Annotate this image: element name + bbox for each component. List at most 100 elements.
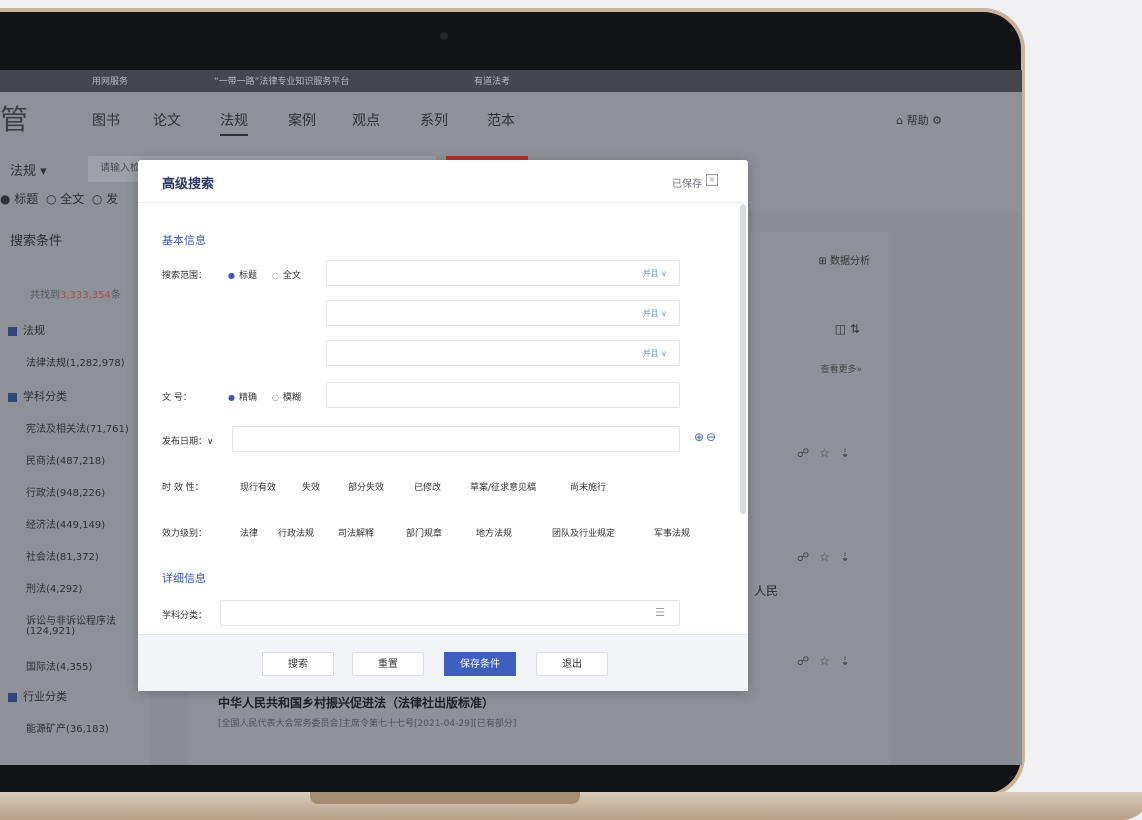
level-option[interactable]: 地方法规: [476, 526, 512, 539]
validity-option[interactable]: 失效: [302, 480, 320, 493]
level-option[interactable]: 军事法规: [654, 526, 690, 539]
data-analysis-button[interactable]: ⊞ 数据分析: [818, 252, 870, 267]
list-icon[interactable]: ☰: [655, 606, 665, 619]
nav-item-views[interactable]: 观点: [352, 110, 380, 130]
top-strip: 用网服务 “一带一路”法律专业知识服务平台 有道法考: [0, 70, 1022, 92]
bell-icon: ⌂: [896, 114, 904, 127]
view-more-link[interactable]: 查看更多»: [820, 362, 862, 375]
validity-option[interactable]: 尚未施行: [570, 480, 606, 493]
collapse-icon: [8, 392, 17, 402]
validity-option[interactable]: 现行有效: [240, 480, 276, 493]
subject-item[interactable]: 刑法(4,292): [26, 580, 82, 595]
subject-item[interactable]: 民商法(487,218): [26, 452, 105, 467]
nav-item-series[interactable]: 系列: [420, 110, 448, 130]
validity-option[interactable]: 草案/征求意见稿: [470, 480, 536, 493]
sidebar-heading: 搜索条件: [10, 234, 63, 249]
category-industry[interactable]: 行业分类: [8, 688, 67, 704]
search-scope-radios[interactable]: ● 标题 ○ 全文 ○ 发: [0, 190, 118, 207]
scope-label: 搜索范围：: [162, 271, 208, 281]
result-actions[interactable]: ☍☆⇣: [797, 654, 860, 668]
user-menu[interactable]: ⌂ 帮助 ⚙: [896, 112, 942, 128]
subject-label: 学科分类：: [162, 611, 208, 621]
modal-footer: 搜索 重置 保存条件 退出: [138, 634, 748, 691]
top-link-center[interactable]: “一带一路”法律专业知识服务平台: [214, 74, 349, 87]
level-option[interactable]: 部门规章: [406, 526, 442, 539]
main-nav: 管 图书 论文 法规 案例 观点 系列 范本 ⌂ 帮助 ⚙: [0, 92, 1022, 150]
logic-dropdown[interactable]: 并且 ∨: [643, 348, 667, 359]
category-laws[interactable]: 法规: [8, 322, 45, 338]
subject-item[interactable]: 社会法(81,372): [26, 548, 99, 563]
docno-radio-exact[interactable]: 精确: [228, 390, 257, 403]
docno-radio-fuzzy[interactable]: 模糊: [272, 390, 301, 403]
nav-item-templates[interactable]: 范本: [487, 110, 515, 130]
saved-link[interactable]: 已保存: [672, 175, 702, 190]
add-remove-icon[interactable]: ⊕⊖: [694, 430, 718, 444]
result-actions[interactable]: ☍☆⇣: [797, 446, 860, 460]
radio-fulltext[interactable]: ○ 全文: [46, 192, 84, 206]
category-subject[interactable]: 学科分类: [8, 388, 67, 404]
docno-input[interactable]: [326, 382, 680, 408]
section-detail-info: 详细信息: [162, 572, 206, 585]
advanced-search-modal: 高级搜索 已保存 × 基本信息 搜索范围： 标题 全文 并且 ∨ 并且 ∨ 并且…: [138, 160, 748, 691]
help-link[interactable]: 帮助: [907, 114, 929, 127]
scope-radio-title[interactable]: 标题: [228, 268, 257, 281]
collapse-icon: [8, 326, 17, 336]
close-icon[interactable]: ×: [706, 174, 718, 186]
level-option[interactable]: 法律: [240, 526, 258, 539]
logic-dropdown[interactable]: 并且 ∨: [643, 268, 667, 279]
subject-item[interactable]: 诉讼与非诉讼程序法: [26, 612, 116, 627]
modal-scrollbar[interactable]: [740, 204, 746, 514]
view-toggle-icons[interactable]: ◫ ⇅: [835, 322, 860, 336]
top-link-right[interactable]: 有道法考: [474, 74, 510, 87]
date-type-select[interactable]: 发布日期：∨: [162, 434, 214, 447]
radio-other[interactable]: ○ 发: [92, 192, 118, 206]
subject-item[interactable]: 行政法(948,226): [26, 484, 105, 499]
level-label: 效力级别：: [162, 529, 208, 539]
modal-title: 高级搜索: [162, 177, 215, 192]
nav-item-books[interactable]: 图书: [92, 110, 120, 130]
level-option[interactable]: 行政法规: [278, 526, 314, 539]
result-meta: [全国人民代表大会常务委员会]主席令第七十七号[2021-04-29][已有部分…: [218, 719, 517, 729]
logic-dropdown[interactable]: 并且 ∨: [643, 308, 667, 319]
subject-item[interactable]: 宪法及相关法(71,761): [26, 420, 129, 435]
date-range-input[interactable]: [232, 426, 680, 452]
nav-item-cases[interactable]: 案例: [288, 110, 316, 130]
result-title[interactable]: 中华人民共和国乡村振兴促进法（法律社出版标准）: [218, 694, 494, 711]
keyword-input-2[interactable]: 并且 ∨: [326, 300, 680, 326]
save-conditions-button[interactable]: 保存条件: [444, 652, 516, 676]
search-type-select[interactable]: 法规 ▾: [10, 160, 47, 179]
result-total: 共找到3,333,354条: [30, 290, 121, 301]
validity-option[interactable]: 已修改: [414, 480, 441, 493]
scope-radio-fulltext[interactable]: 全文: [272, 268, 301, 281]
exit-button[interactable]: 退出: [536, 652, 608, 676]
filter-sidebar: 搜索条件 共找到3,333,354条 法规 法律法规(1,282,978) 学科…: [0, 212, 150, 765]
nav-item-papers[interactable]: 论文: [153, 110, 181, 130]
validity-option[interactable]: 部分失效: [348, 480, 384, 493]
laptop-screen: 用网服务 “一带一路”法律专业知识服务平台 有道法考 管 图书 论文 法规 案例…: [0, 70, 1022, 765]
radio-title[interactable]: ● 标题: [0, 192, 38, 206]
laptop-notch: [310, 792, 580, 804]
keyword-input-1[interactable]: 并且 ∨: [326, 260, 680, 286]
reset-button[interactable]: 重置: [352, 652, 424, 676]
category-item[interactable]: 法律法规(1,282,978): [26, 354, 125, 369]
subject-item[interactable]: 国际法(4,355): [26, 658, 92, 673]
subject-input[interactable]: ☰: [220, 600, 680, 626]
docno-label: 文 号：: [162, 393, 192, 403]
modal-header: 高级搜索 已保存 ×: [138, 160, 748, 203]
logo: 管: [0, 103, 29, 136]
level-option[interactable]: 团队及行业规定: [552, 526, 615, 539]
keyword-input-3[interactable]: 并且 ∨: [326, 340, 680, 366]
result-actions[interactable]: ☍☆⇣: [797, 550, 860, 564]
collapse-icon: [8, 692, 17, 702]
camera: [440, 32, 448, 40]
top-link-left[interactable]: 用网服务: [92, 74, 128, 87]
section-basic-info: 基本信息: [162, 234, 206, 247]
validity-label: 时 效 性：: [162, 483, 204, 493]
subject-item-count: (124,921): [26, 626, 76, 637]
level-option[interactable]: 司法解释: [338, 526, 374, 539]
subject-item[interactable]: 经济法(449,149): [26, 516, 105, 531]
industry-item[interactable]: 能源矿产(36,183): [26, 720, 109, 735]
nav-item-laws[interactable]: 法规: [220, 110, 248, 136]
search-submit-button[interactable]: 搜索: [262, 652, 334, 676]
result-title-fragment: 人民: [754, 584, 779, 598]
